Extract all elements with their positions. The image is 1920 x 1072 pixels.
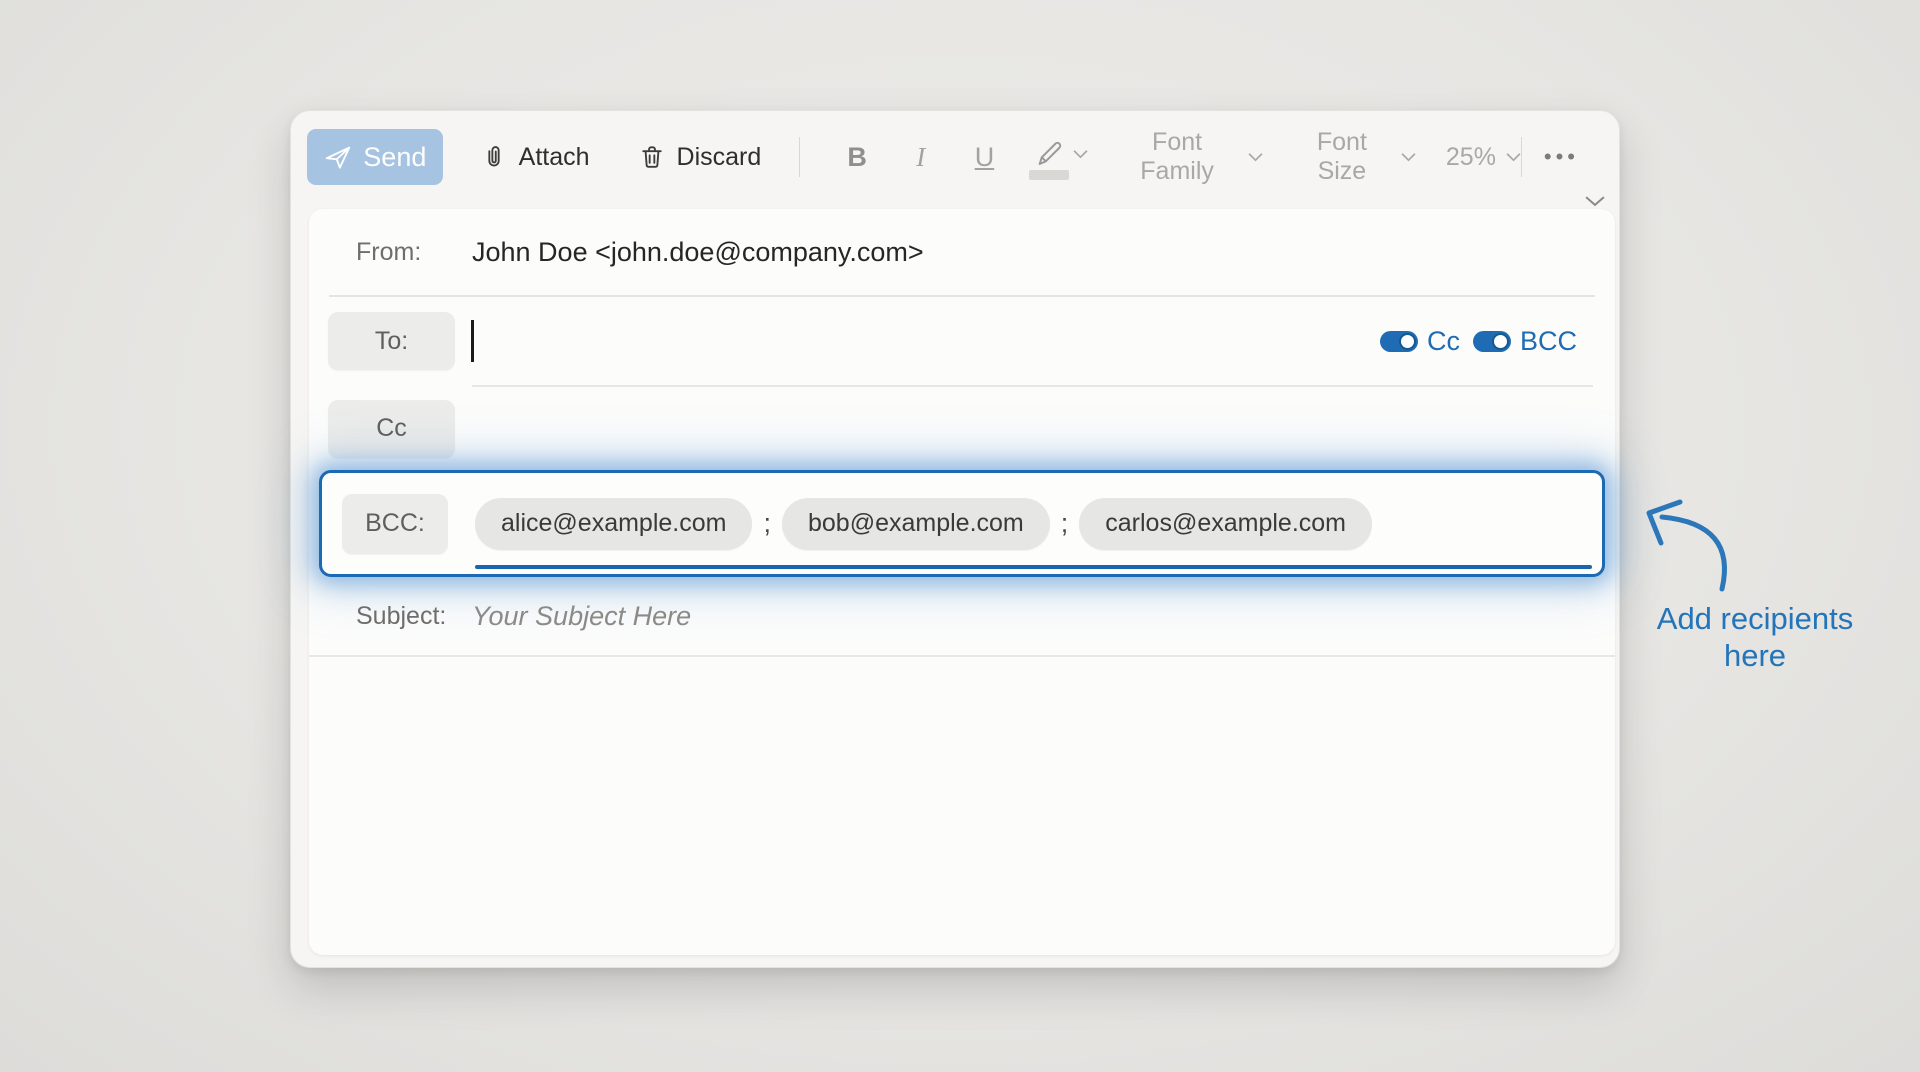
to-field-chip[interactable]: To: <box>328 312 455 370</box>
annotation-label: Add recipients here <box>1630 600 1880 674</box>
subject-row[interactable]: Subject: Your Subject Here <box>309 577 1615 655</box>
zoom-value: 25% <box>1446 143 1496 172</box>
font-size-label: Font Size <box>1293 128 1391 186</box>
paperclip-icon <box>480 142 508 172</box>
pen-color-swatch <box>1029 170 1069 180</box>
bold-button[interactable]: B <box>838 142 876 173</box>
toggle-on-icon <box>1473 331 1511 352</box>
discard-label: Discard <box>677 143 762 172</box>
recipient-chip[interactable]: bob@example.com <box>782 498 1050 550</box>
compose-card: From: John Doe <john.doe@company.com> To… <box>309 209 1615 955</box>
underline-button[interactable]: U <box>966 142 1004 173</box>
message-body[interactable] <box>309 657 1615 955</box>
subject-placeholder[interactable]: Your Subject Here <box>472 601 691 632</box>
chevron-down-icon <box>1401 152 1416 162</box>
paper-plane-icon <box>323 142 353 172</box>
italic-button[interactable]: I <box>902 142 940 173</box>
toolbar-divider <box>1521 137 1522 177</box>
recipient-chip[interactable]: carlos@example.com <box>1079 498 1372 550</box>
bcc-active-underline <box>475 565 1592 569</box>
font-family-label: Font Family <box>1116 128 1238 186</box>
cc-row[interactable]: Cc <box>309 387 1615 470</box>
attach-button[interactable]: Attach <box>480 142 590 172</box>
zoom-dropdown[interactable]: 25% <box>1446 143 1521 172</box>
bcc-field-chip[interactable]: BCC: <box>342 494 448 554</box>
toolbar-divider <box>799 137 800 177</box>
attach-label: Attach <box>519 143 590 172</box>
draw-color-button[interactable] <box>1033 138 1088 176</box>
bcc-recipient-list: alice@example.com ; bob@example.com ; ca… <box>475 498 1372 550</box>
subject-label: Subject: <box>356 602 472 631</box>
recipient-separator: ; <box>763 508 771 539</box>
compose-window: Send Attach Discard B I U <box>290 110 1620 968</box>
toolbar-expand-chevron[interactable] <box>1585 195 1605 207</box>
font-size-dropdown[interactable]: Font Size <box>1293 128 1416 186</box>
cc-toggle[interactable]: Cc <box>1380 326 1460 357</box>
chevron-down-icon <box>1248 152 1263 162</box>
bcc-row-highlighted[interactable]: BCC: alice@example.com ; bob@example.com… <box>319 470 1605 577</box>
text-cursor <box>471 320 474 362</box>
send-button[interactable]: Send <box>307 129 443 185</box>
toggle-on-icon <box>1380 331 1418 352</box>
recipient-chip[interactable]: alice@example.com <box>475 498 752 550</box>
discard-button[interactable]: Discard <box>638 142 762 172</box>
recipient-separator: ; <box>1061 508 1069 539</box>
compose-toolbar: Send Attach Discard B I U <box>291 111 1619 209</box>
trash-icon <box>638 142 666 172</box>
recipient-toggles: Cc BCC <box>1380 326 1577 357</box>
font-family-dropdown[interactable]: Font Family <box>1116 128 1263 186</box>
from-row: From: John Doe <john.doe@company.com> <box>309 209 1615 295</box>
from-label: From: <box>356 238 472 267</box>
overflow-menu-button[interactable]: ••• <box>1544 144 1579 170</box>
chevron-down-icon <box>1073 149 1088 159</box>
bcc-toggle[interactable]: BCC <box>1473 326 1577 357</box>
cc-toggle-label: Cc <box>1427 326 1460 357</box>
from-value: John Doe <john.doe@company.com> <box>472 237 924 268</box>
cc-field-chip[interactable]: Cc <box>328 400 455 458</box>
bcc-toggle-label: BCC <box>1520 326 1577 357</box>
chevron-down-icon <box>1506 152 1521 162</box>
to-row[interactable]: To: Cc BCC <box>309 297 1615 385</box>
send-label: Send <box>363 142 426 173</box>
pen-icon <box>1033 138 1065 170</box>
